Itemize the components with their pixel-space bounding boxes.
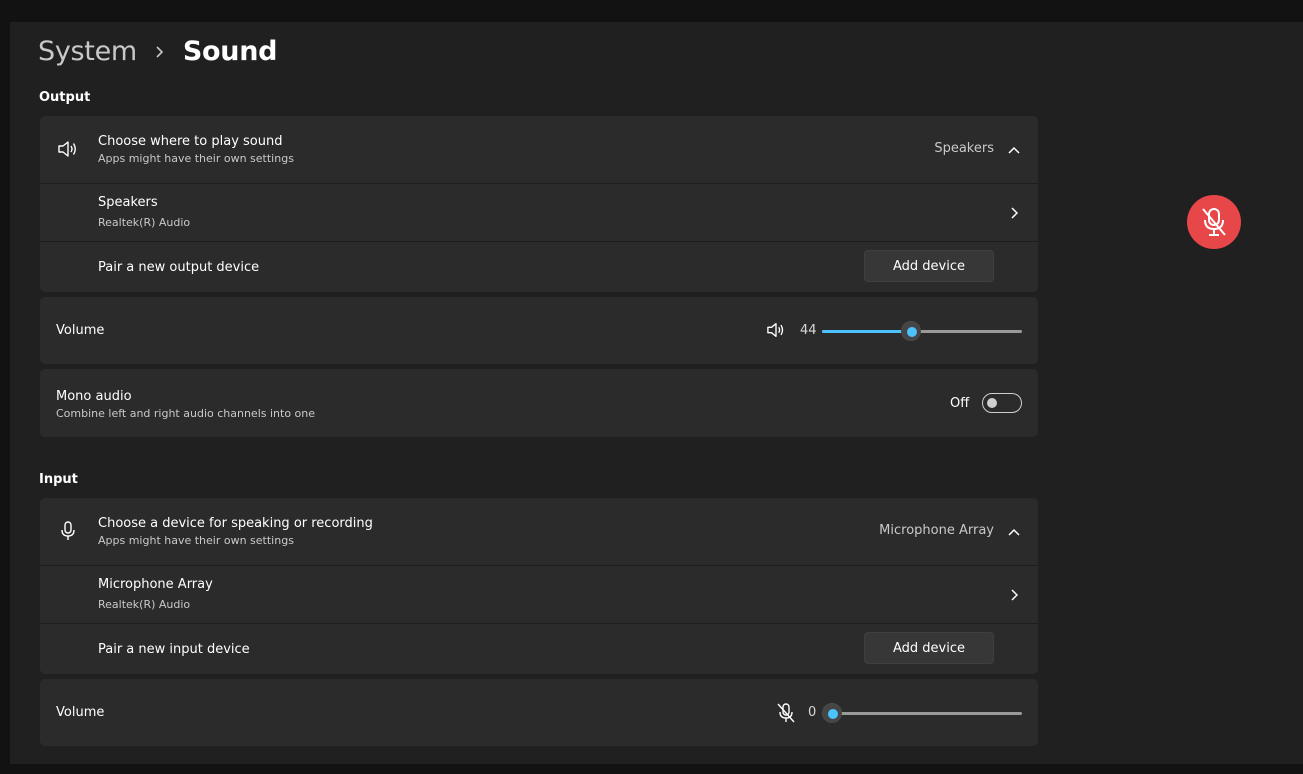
pair-output-row: Pair a new output device Add device	[40, 241, 1038, 292]
input-device-name: Microphone Array	[98, 577, 213, 592]
choose-output-row[interactable]: Choose where to play sound Apps might ha…	[40, 116, 1038, 183]
microphone-muted-icon[interactable]	[775, 702, 797, 724]
page-title: Sound	[182, 36, 278, 67]
pair-input-row: Pair a new input device Add device	[40, 623, 1038, 674]
pair-output-label: Pair a new output device	[98, 260, 260, 275]
output-volume-slider[interactable]	[822, 321, 1022, 341]
chevron-right-icon	[1007, 206, 1021, 220]
slider-track	[822, 712, 1022, 715]
chevron-up-icon[interactable]	[1007, 143, 1021, 157]
choose-input-row[interactable]: Choose a device for speaking or recordin…	[40, 498, 1038, 565]
selected-output-device: Speakers	[934, 141, 994, 156]
output-volume-value: 44	[800, 323, 817, 338]
speaker-volume-icon[interactable]	[766, 320, 786, 340]
breadcrumb-system[interactable]: System	[38, 36, 137, 67]
mono-audio-state: Off	[950, 396, 970, 411]
input-volume-value: 0	[808, 705, 817, 720]
output-device-name: Speakers	[98, 195, 158, 210]
microphone-icon	[57, 520, 79, 542]
choose-output-subtitle: Apps might have their own settings	[98, 152, 294, 165]
breadcrumb: System Sound	[38, 36, 277, 67]
output-volume-label: Volume	[56, 323, 105, 338]
mono-audio-subtitle: Combine left and right audio channels in…	[56, 407, 316, 420]
input-device-card: Choose a device for speaking or recordin…	[40, 498, 1038, 674]
mono-audio-title: Mono audio	[56, 389, 132, 404]
chevron-right-icon	[1007, 588, 1021, 602]
slider-fill	[822, 330, 912, 333]
input-device-microphone-array[interactable]: Microphone Array Realtek(R) Audio	[40, 565, 1038, 623]
input-section-title: Input	[39, 472, 78, 487]
input-volume-label: Volume	[56, 705, 105, 720]
settings-window: System Sound Output Choose where to play…	[10, 22, 1303, 764]
input-volume-card: Volume 0	[40, 679, 1038, 746]
slider-thumb[interactable]	[822, 703, 842, 723]
output-device-speakers[interactable]: Speakers Realtek(R) Audio	[40, 183, 1038, 241]
slider-thumb[interactable]	[901, 321, 922, 341]
mono-audio-card: Mono audio Combine left and right audio …	[40, 369, 1038, 437]
input-device-driver: Realtek(R) Audio	[98, 598, 191, 611]
speaker-icon	[57, 138, 79, 160]
choose-input-subtitle: Apps might have their own settings	[98, 534, 294, 547]
output-volume-card: Volume 44	[40, 297, 1038, 364]
pair-input-label: Pair a new input device	[98, 642, 250, 657]
choose-input-title: Choose a device for speaking or recordin…	[98, 516, 373, 531]
muted-mic-badge-icon	[1187, 195, 1241, 249]
breadcrumb-chevron-icon	[155, 45, 165, 59]
choose-output-title: Choose where to play sound	[98, 134, 283, 149]
output-device-driver: Realtek(R) Audio	[98, 216, 191, 229]
mono-audio-toggle[interactable]	[982, 393, 1022, 413]
add-output-device-button[interactable]: Add device	[864, 250, 994, 282]
add-input-device-button[interactable]: Add device	[864, 632, 994, 664]
input-volume-slider[interactable]	[822, 703, 1022, 723]
selected-input-device: Microphone Array	[879, 523, 994, 538]
output-section-title: Output	[39, 90, 91, 105]
output-device-card: Choose where to play sound Apps might ha…	[40, 116, 1038, 292]
chevron-up-icon[interactable]	[1007, 525, 1021, 539]
